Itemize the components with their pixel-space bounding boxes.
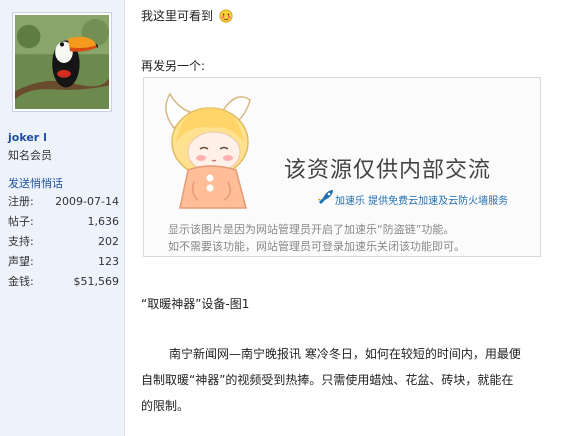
stat-row-posts: 帖子: 1,636 (8, 212, 119, 232)
toucan-avatar-icon (15, 15, 109, 109)
stat-value: 1,636 (87, 215, 120, 228)
post-line-1-text: 我这里可看到 (141, 9, 214, 23)
hotlink-protection-image: 该资源仅供内部交流 加速乐 提供免费云加速及云防火墙服务 显示该图片是因为网站管… (143, 77, 541, 257)
anime-girl-illustration-icon (165, 92, 251, 209)
stat-label: 帖子: (8, 215, 34, 228)
stat-value: 202 (98, 235, 119, 248)
stat-row-support: 支持: 202 (8, 232, 119, 252)
post-line-1: 我这里可看到 (141, 8, 233, 24)
stat-value: 2009-07-14 (55, 195, 119, 208)
stat-row-reputation: 声望: 123 (8, 252, 119, 272)
article-paragraph-line-3: 的限制。 (141, 399, 190, 413)
hotlink-note-2: 如不需要该功能，网站管理员可登录加速乐关闭该功能即可。 (168, 240, 465, 253)
send-private-message-link[interactable]: 发送悄悄话 (8, 175, 63, 191)
stat-label: 金钱: (8, 275, 34, 288)
article-paragraph-line-1: 南宁新闻网—南宁晚报讯 寒冷冬日，如何在较短的时间内，用最便 (169, 347, 521, 361)
hotlink-note-1: 显示该图片是因为网站管理员开启了加速乐“防盗链”功能。 (168, 223, 455, 236)
article-paragraph-line-2: 自制取暖“神器”的视频受到热捧。只需使用蜡烛、花盆、砖块，就能在 (141, 373, 514, 387)
stat-label: 声望: (8, 255, 34, 268)
blush-face-icon (219, 9, 233, 23)
hotlink-title: 该资源仅供内部交流 (284, 158, 492, 183)
stat-value: 123 (98, 255, 119, 268)
stat-row-money: 金钱: $51,569 (8, 272, 119, 292)
forum-post-page: joker l 知名会员 发送悄悄话 注册: 2009-07-14 帖子: 1,… (0, 0, 572, 436)
stat-label: 支持: (8, 235, 34, 248)
user-rank: 知名会员 (8, 149, 52, 162)
stat-label: 注册: (8, 195, 34, 208)
stat-value: $51,569 (73, 275, 120, 288)
stat-row-registered: 注册: 2009-07-14 (8, 192, 119, 212)
hotlink-service-text: 加速乐 提供免费云加速及云防火墙服务 (335, 196, 509, 207)
avatar[interactable] (12, 12, 112, 112)
image-caption: “取暖神器”设备-图1 (141, 297, 250, 311)
username-link[interactable]: joker l (8, 131, 47, 144)
rocket-icon (318, 190, 333, 204)
post-content: 我这里可看到 再发另一个: 该资源仅供内部交流 加速乐 提供免费云加速及云防火墙… (141, 0, 572, 436)
user-profile-sidebar: joker l 知名会员 发送悄悄话 注册: 2009-07-14 帖子: 1,… (0, 0, 125, 436)
user-stats: 注册: 2009-07-14 帖子: 1,636 支持: 202 声望: 123… (8, 192, 119, 292)
post-line-2: 再发另一个: (141, 59, 206, 73)
